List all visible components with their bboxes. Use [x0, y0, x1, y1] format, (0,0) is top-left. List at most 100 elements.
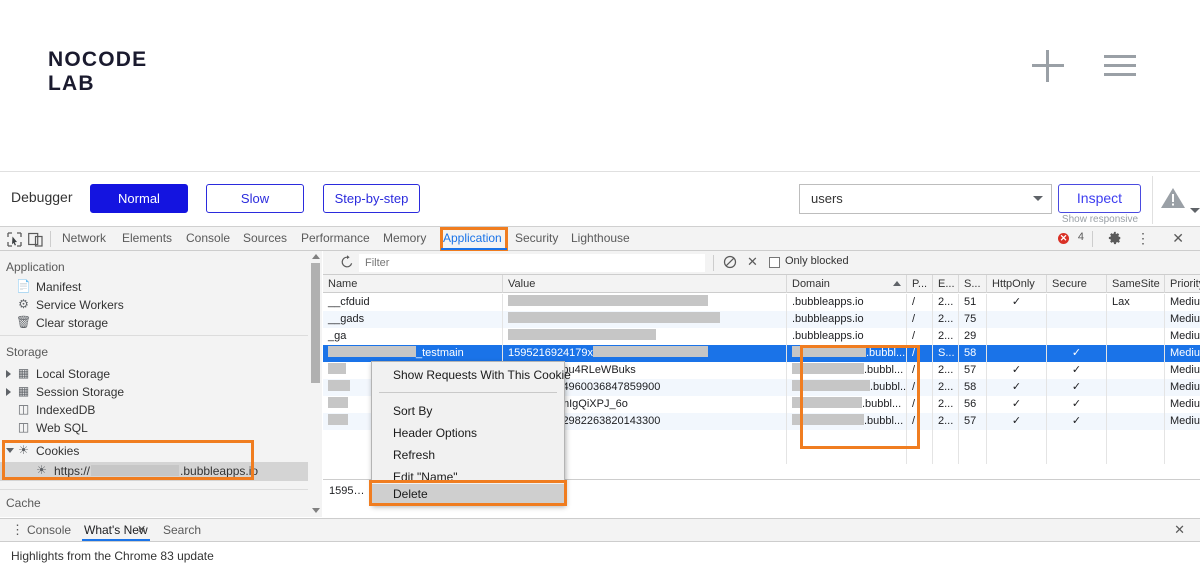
cell-size: 58 [959, 345, 987, 362]
sidebar-item-cookies[interactable]: ☀ Cookies [0, 442, 321, 460]
column-header-e[interactable]: E... [933, 275, 959, 293]
inspect-button[interactable]: Inspect [1058, 184, 1141, 213]
clear-cookies-icon[interactable]: ✕ [747, 254, 758, 270]
tab-application[interactable]: Application [443, 231, 502, 245]
debug-speed-slow-button[interactable]: Slow [206, 184, 304, 213]
chevron-right-icon[interactable] [6, 370, 11, 378]
debug-speed-normal-button[interactable]: Normal [90, 184, 188, 213]
cell-name: __gads [323, 311, 503, 328]
cell-httponly: ✓ [987, 413, 1047, 430]
tab-lighthouse[interactable]: Lighthouse [571, 231, 630, 245]
close-icon[interactable]: ✕ [137, 523, 146, 536]
column-header-samesite[interactable]: SameSite [1107, 275, 1165, 293]
cell-size: 56 [959, 396, 987, 413]
cell-size: 29 [959, 328, 987, 345]
column-header-priority[interactable]: Priority [1165, 275, 1200, 293]
close-icon[interactable]: ✕ [1172, 230, 1184, 247]
cell-httponly [987, 345, 1047, 362]
sidebar-item-cookie-origin[interactable]: ☀ https:// .bubbleapps.io [0, 462, 321, 481]
tab-sources[interactable]: Sources [243, 231, 287, 245]
cookie-origin-domain: .bubbleapps.io [180, 464, 259, 478]
tab-memory[interactable]: Memory [383, 231, 426, 245]
device-toggle-icon[interactable] [28, 232, 43, 247]
tab-performance[interactable]: Performance [301, 231, 370, 245]
sidebar-scrollbar[interactable] [308, 251, 322, 517]
tab-console[interactable]: Console [186, 231, 230, 245]
column-header-s[interactable]: S... [959, 275, 987, 293]
database-icon: ◫ [17, 402, 30, 416]
filter-input[interactable] [359, 254, 705, 272]
column-header-secure[interactable]: Secure [1047, 275, 1107, 293]
gear-icon[interactable] [1108, 231, 1122, 245]
context-menu-item-show-requests[interactable]: Show Requests With This Cookie [372, 364, 571, 386]
drawer-tab-bar: ⋮ Console What's New ✕ Search ✕ [0, 519, 1200, 542]
sidebar-item-session-storage[interactable]: ▦ Session Storage [0, 383, 321, 401]
table-row[interactable]: __cfduid .bubbleapps.io/2...51✓ LaxMedium [323, 294, 1200, 311]
plus-icon[interactable] [1032, 50, 1064, 82]
cell-empty [787, 430, 907, 447]
chevron-down-icon[interactable] [1190, 208, 1200, 213]
cell-expires: 2... [933, 379, 959, 396]
scroll-up-arrow-icon[interactable] [312, 254, 320, 259]
table-row[interactable]: _ga .bubbleapps.io/2...29 Medium [323, 328, 1200, 345]
hamburger-icon[interactable] [1104, 55, 1136, 77]
cell-priority: Medium [1165, 328, 1200, 345]
warning-cell[interactable] [1152, 176, 1192, 224]
column-header-httponly[interactable]: HttpOnly [987, 275, 1047, 293]
error-count-label[interactable]: 4 [1078, 231, 1084, 243]
document-icon: 📄 [16, 279, 31, 293]
column-header-p[interactable]: P... [907, 275, 933, 293]
scroll-down-arrow-icon[interactable] [312, 508, 320, 513]
inspect-cursor-icon[interactable] [7, 232, 22, 247]
tab-network[interactable]: Network [62, 231, 106, 245]
cell-empty [1165, 430, 1200, 447]
column-header-value[interactable]: Value [503, 275, 787, 293]
context-menu-item-refresh[interactable]: Refresh [372, 444, 564, 466]
cell-empty [987, 430, 1047, 447]
close-drawer-icon[interactable]: ✕ [1174, 522, 1185, 538]
refresh-icon[interactable] [340, 255, 354, 269]
sidebar-scrollbar-thumb[interactable] [311, 263, 320, 383]
cookie-origin-label: https:// .bubbleapps.io [54, 464, 258, 478]
chevron-down-icon[interactable] [6, 448, 14, 453]
context-menu-item-header-options[interactable]: Header Options [372, 422, 564, 444]
only-blocked-checkbox[interactable] [769, 257, 780, 268]
cell-secure: ✓ [1047, 345, 1107, 362]
kebab-menu-icon[interactable]: ⋮ [11, 522, 24, 538]
error-count-badge[interactable]: ✕ [1058, 233, 1069, 244]
sidebar-item-label: Service Workers [36, 298, 124, 312]
cell-priority: Medium [1165, 345, 1200, 362]
sidebar-item-label: Clear storage [36, 316, 109, 330]
drawer-tab-console[interactable]: Console [27, 523, 71, 537]
column-header-name[interactable]: Name [323, 275, 503, 293]
only-blocked-label[interactable]: Only blocked [785, 255, 849, 267]
context-menu-item-delete[interactable]: Delete [372, 484, 564, 504]
chevron-right-icon[interactable] [6, 388, 11, 396]
cell-priority: Medium [1165, 396, 1200, 413]
sidebar-item-service-workers[interactable]: ⚙ Service Workers [0, 296, 321, 314]
sidebar-item-manifest[interactable]: 📄 Manifest [0, 278, 321, 296]
drawer-tab-search[interactable]: Search [163, 523, 201, 537]
redacted-text [593, 346, 709, 357]
block-icon[interactable] [723, 255, 737, 269]
sidebar-item-web-sql[interactable]: ◫ Web SQL [0, 419, 321, 437]
tab-security[interactable]: Security [515, 231, 558, 245]
debug-speed-step-button[interactable]: Step-by-step [323, 184, 420, 213]
kebab-menu-icon[interactable]: ⋮ [1136, 230, 1150, 247]
cell-domain: .bubbleapps.io [787, 311, 907, 328]
cell-httponly [987, 328, 1047, 345]
sidebar-item-clear-storage[interactable]: 🗑 Clear storage [0, 314, 321, 332]
table-row[interactable]: __gads .bubbleapps.io/2...75 Medium [323, 311, 1200, 328]
page-select[interactable]: users [799, 184, 1052, 214]
warning-triangle-icon [1161, 188, 1185, 208]
redacted-text [508, 312, 720, 323]
tab-elements[interactable]: Elements [122, 231, 172, 245]
sidebar-item-indexeddb[interactable]: ◫ IndexedDB [0, 401, 321, 419]
table-row[interactable]: _testmain 1595216924179x .bubbl... / S... 58 ✓… [323, 345, 1200, 362]
cell-empty [1165, 447, 1200, 464]
context-menu-item-sort-by[interactable]: Sort By [372, 400, 564, 422]
show-responsive-label[interactable]: Show responsive [1052, 214, 1148, 225]
redacted-text [792, 414, 864, 425]
sidebar-item-local-storage[interactable]: ▦ Local Storage [0, 365, 321, 383]
column-header-domain[interactable]: Domain [787, 275, 907, 293]
